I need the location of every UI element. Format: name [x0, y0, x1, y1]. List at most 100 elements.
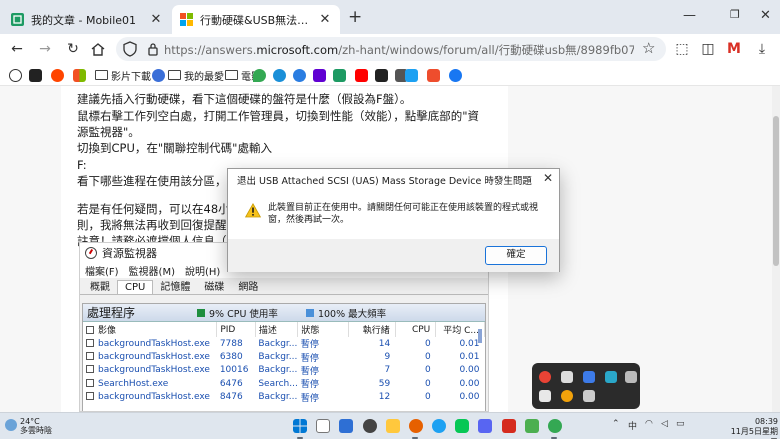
android-app-icon[interactable] — [525, 419, 539, 433]
chrome-tray-icon[interactable] — [539, 371, 551, 383]
minimize-icon[interactable]: — — [683, 8, 696, 23]
bluetooth-icon[interactable] — [583, 371, 595, 383]
cell-cpu: 0 — [425, 352, 431, 363]
globe-bookmark-icon[interactable] — [9, 67, 25, 83]
checkbox-icon — [86, 378, 94, 387]
cell-desc: Backgr... — [258, 392, 298, 403]
yahoo-bookmark-icon[interactable] — [313, 67, 329, 83]
cell-status: 暫停 — [300, 353, 319, 364]
input-language-indicator[interactable]: 中 — [628, 419, 637, 432]
usb-eject-icon[interactable] — [625, 371, 637, 383]
square-tray-icon[interactable] — [583, 390, 595, 402]
checkbox-icon — [86, 338, 94, 347]
file-tray-icon[interactable] — [539, 390, 551, 402]
grid-bookmark-icon[interactable] — [405, 67, 421, 83]
cell-pid: 6476 — [219, 378, 243, 389]
gmail-extension-icon[interactable]: M — [724, 39, 744, 59]
bookmark-folder-videos[interactable]: 影片下載 — [95, 67, 151, 83]
dialog-close-icon[interactable]: ✕ — [543, 171, 553, 185]
reddit-bookmark-icon[interactable] — [51, 67, 67, 83]
line-app-icon[interactable] — [455, 419, 469, 433]
cell-image: backgroundTaskHost.exe — [98, 352, 210, 363]
tab-title: 行動硬碟&USB無法退出 - Microsoft — [200, 13, 318, 27]
download-icon[interactable]: ⤓ — [752, 39, 772, 59]
app-tray-icon[interactable] — [561, 371, 573, 383]
window-close-icon[interactable]: ✕ — [760, 8, 771, 23]
resmon-tab-memory: 記憶體 — [160, 282, 191, 293]
scrollbar-thumb[interactable] — [773, 116, 779, 266]
answer-line: 源監視器"。 — [77, 125, 140, 139]
maps-bookmark-icon[interactable] — [253, 67, 269, 83]
tab-close-icon[interactable]: ✕ — [149, 12, 163, 27]
app-cat-icon[interactable] — [363, 419, 377, 433]
bookmark-folder-favorites[interactable]: 我的最愛 — [168, 67, 224, 83]
search-tray-icon[interactable] — [561, 390, 573, 402]
bookmark-favicon-blue[interactable] — [152, 67, 168, 83]
weather-temp: 24°C — [20, 417, 40, 426]
youtube-bookmark-icon[interactable] — [355, 67, 371, 83]
calendar-app-icon[interactable] — [339, 419, 353, 433]
reader-extension-icon[interactable]: ◫ — [698, 39, 718, 59]
forward-icon[interactable]: → — [35, 39, 55, 59]
microsoft-bookmark-icon[interactable] — [73, 67, 89, 83]
wifi-icon[interactable]: ◠ — [645, 419, 653, 429]
mobile01-green-bookmark-icon[interactable] — [333, 67, 349, 83]
dialog-title: 退出 USB Attached SCSI (UAS) Mass Storage … — [237, 176, 532, 187]
edge-bookmark-icon[interactable] — [273, 67, 289, 83]
warning-icon — [245, 203, 261, 218]
tab-mobile01[interactable]: 我的文章 - Mobile01 ✕ — [3, 5, 171, 34]
hd-bookmark-icon[interactable] — [375, 67, 391, 83]
firefox-icon[interactable] — [409, 419, 423, 433]
cell-image: SearchHost.exe — [98, 378, 169, 389]
shopee-bookmark-icon[interactable] — [427, 67, 443, 83]
url-domain: microsoft.com — [256, 43, 339, 57]
new-tab-icon[interactable]: + — [348, 7, 362, 27]
back-icon[interactable]: ← — [7, 39, 27, 59]
process-table-header: 影像 PID 描述 狀態 執行緒 CPU 平均 C... — [83, 322, 485, 337]
file-explorer-icon[interactable] — [386, 419, 400, 433]
chrome-icon[interactable] — [548, 419, 562, 433]
earth-bookmark-icon[interactable] — [293, 67, 309, 83]
task-view-icon[interactable] — [316, 419, 330, 433]
address-bar[interactable]: https://answers.microsoft.com/zh-hant/wi… — [116, 37, 666, 61]
site-permissions-icon[interactable] — [146, 42, 160, 56]
cell-image: backgroundTaskHost.exe — [98, 392, 210, 403]
cell-status: 暫停 — [300, 340, 319, 351]
answer-line: 鼠標右擊工作列空白處，打開工作管理員，切換到性能（效能），點擊底部的"資 — [77, 109, 480, 123]
shield-icon[interactable] — [123, 41, 137, 57]
tab-close-icon[interactable]: ✕ — [318, 12, 332, 27]
url-text[interactable]: https://answers.microsoft.com/zh-hant/wi… — [164, 42, 634, 58]
tab-title: 我的文章 - Mobile01 — [31, 13, 137, 27]
volume-icon[interactable]: ◁ — [661, 419, 668, 429]
ok-button[interactable]: 確定 — [485, 246, 547, 265]
mobile01-bookmark-icon[interactable] — [29, 67, 45, 83]
weather-widget[interactable]: 24°C 多雲時陰 — [20, 417, 52, 435]
bookmark-star-icon[interactable]: ☆ — [642, 39, 655, 57]
video-app-icon[interactable] — [502, 419, 516, 433]
weather-cloud-icon[interactable] — [5, 419, 17, 431]
page-scrollbar[interactable] — [772, 86, 780, 412]
reload-icon[interactable]: ↻ — [63, 39, 83, 59]
system-clock[interactable]: 08:39 11月5日星期二 — [726, 417, 778, 439]
edge-icon[interactable] — [432, 419, 446, 433]
eject-error-dialog: 退出 USB Attached SCSI (UAS) Mass Storage … — [227, 168, 560, 272]
cloud-tray-icon[interactable] — [605, 371, 617, 383]
resmon-tab-network: 網路 — [238, 282, 259, 293]
resmon-menu-monitor: 監視器(M) — [128, 266, 175, 278]
facebook-bookmark-icon[interactable] — [449, 67, 465, 83]
restore-icon[interactable]: ❐ — [730, 8, 740, 21]
extensions-icon[interactable]: ⬚ — [672, 39, 692, 59]
tray-overflow-chevron-icon[interactable]: ⌃ — [612, 419, 620, 429]
windows-start-icon[interactable] — [293, 419, 307, 433]
battery-icon[interactable]: ▭ — [676, 419, 685, 429]
table-row: backgroundTaskHost.exe 8476 Backgr... 暫停… — [83, 391, 485, 404]
tab-microsoft-answers[interactable]: 行動硬碟&USB無法退出 - Microsoft ✕ — [172, 5, 340, 34]
app-icon[interactable] — [478, 419, 492, 433]
cell-image: backgroundTaskHost.exe — [98, 338, 210, 349]
resmon-menu-help: 說明(H) — [185, 266, 221, 278]
url-path: /zh-hant/windows/forum/all/行動硬碟usb無/8989… — [338, 43, 634, 57]
col-label: 影像 — [98, 326, 117, 336]
cell-pid: 7788 — [219, 338, 243, 349]
col-threads: 執行緒 — [348, 322, 396, 337]
home-icon[interactable] — [91, 43, 105, 56]
